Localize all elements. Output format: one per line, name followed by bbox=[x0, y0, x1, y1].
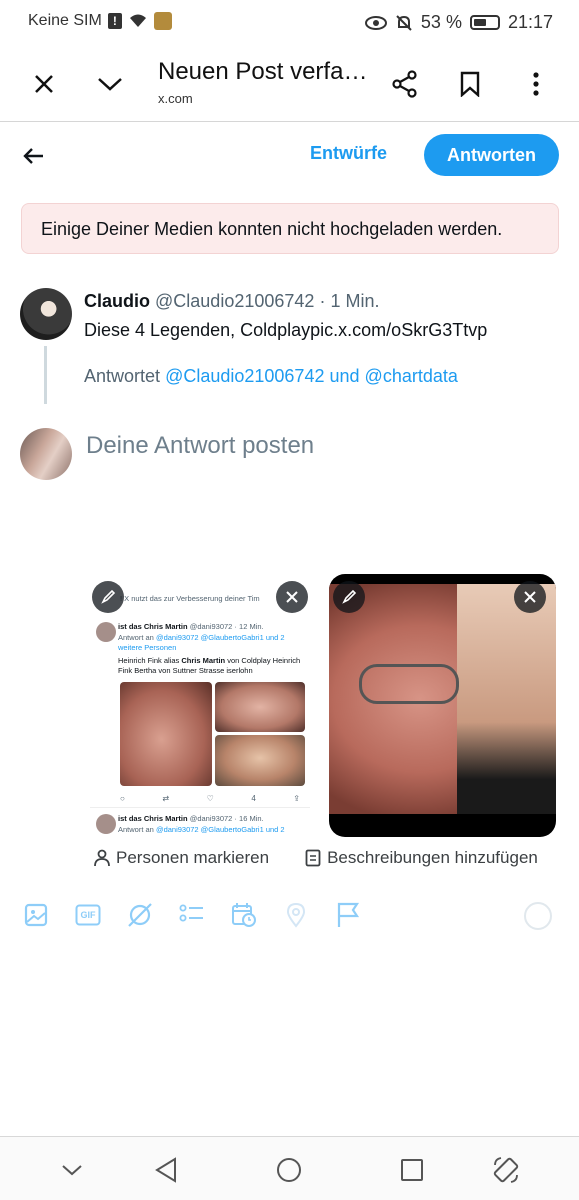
grok-icon[interactable] bbox=[126, 900, 154, 930]
clock: 21:17 bbox=[507, 12, 553, 32]
gif-label: GIF bbox=[80, 910, 96, 920]
screenshot-actions: ○ ⇄ ♡ 4 ⇪ bbox=[120, 794, 300, 804]
image-icon[interactable] bbox=[22, 900, 50, 930]
compose-header: Entwürfe Antworten bbox=[0, 122, 579, 188]
replying-mention-1[interactable]: @Claudio21006742 bbox=[165, 366, 324, 386]
wifi-icon bbox=[129, 14, 146, 27]
nav-hide-icon[interactable] bbox=[55, 1153, 89, 1187]
screenshot-share-icon: ⇪ bbox=[293, 794, 300, 803]
screenshot-like-icon: ♡ bbox=[206, 794, 214, 803]
media-2-image-right bbox=[457, 584, 556, 814]
original-post-avatar[interactable] bbox=[20, 288, 72, 340]
screenshot-post1-name: ist das Chris Martin bbox=[118, 622, 188, 631]
nav-back-icon[interactable] bbox=[149, 1153, 183, 1187]
browser-url: x.com bbox=[158, 91, 193, 106]
person-icon bbox=[94, 849, 110, 867]
drafts-button[interactable]: Entwürfe bbox=[310, 143, 387, 164]
upload-error-banner: Einige Deiner Medien konnten nicht hochg… bbox=[21, 203, 559, 254]
gif-icon[interactable]: GIF bbox=[74, 900, 102, 930]
screenshot-post1-text-bold: Chris Martin bbox=[181, 656, 226, 665]
bookmark-icon[interactable] bbox=[450, 64, 490, 104]
original-post-separator: · bbox=[319, 291, 326, 311]
screenshot-post2-reply-prefix: Antwort an bbox=[118, 825, 154, 834]
chevron-down-icon[interactable] bbox=[90, 64, 130, 104]
screenshot-post1-text-1: Heinrich Fink alias bbox=[118, 656, 180, 665]
replying-to: Antwortet @Claudio21006742 und @chartdat… bbox=[84, 366, 458, 387]
carrier-label: Keine SIM bbox=[28, 12, 102, 29]
app-notification-icon bbox=[153, 12, 172, 30]
battery-percent: 53 % bbox=[420, 12, 462, 32]
more-vert-icon[interactable] bbox=[516, 64, 556, 104]
media-close-icon[interactable] bbox=[276, 581, 308, 613]
media-attachment-1[interactable]: ! X nutzt das zur Verbesserung deiner Ti… bbox=[90, 574, 310, 837]
character-count-ring bbox=[524, 902, 552, 930]
tag-people-button[interactable]: Personen markieren bbox=[94, 848, 269, 868]
screenshot-retweet-icon: ⇄ bbox=[162, 794, 170, 803]
original-post-author[interactable]: Claudio bbox=[84, 291, 150, 311]
media-close-icon[interactable] bbox=[514, 581, 546, 613]
browser-title: Neuen Post verfa… bbox=[158, 58, 368, 85]
description-icon bbox=[305, 849, 321, 867]
media-2-glasses bbox=[359, 664, 459, 704]
edit-icon[interactable] bbox=[92, 581, 124, 613]
status-right: 53 % 21:17 bbox=[364, 12, 553, 33]
media-actions: Personen markieren Beschreibungen hinzuf… bbox=[94, 848, 538, 868]
screenshot-post1-reply-prefix: Antwort an bbox=[118, 633, 154, 642]
poll-icon[interactable] bbox=[178, 900, 206, 930]
system-nav-bar bbox=[0, 1136, 579, 1200]
replying-mention-2[interactable]: @chartdata bbox=[365, 366, 458, 386]
share-icon[interactable] bbox=[385, 64, 425, 104]
location-icon[interactable] bbox=[282, 900, 310, 930]
screenshot-post1-text-2: von Coldplay Heinrich bbox=[227, 656, 301, 665]
flag-icon[interactable] bbox=[334, 900, 362, 930]
screenshot-reply-icon: ○ bbox=[120, 794, 125, 803]
screenshot-post1-text-3: Fink Bertha von Suttner Strasse iserlohn bbox=[118, 666, 253, 675]
nav-home-icon[interactable] bbox=[272, 1153, 306, 1187]
status-left: Keine SIM ! bbox=[28, 12, 172, 30]
browser-toolbar: Neuen Post verfa… x.com bbox=[0, 44, 579, 122]
add-descriptions-button[interactable]: Beschreibungen hinzufügen bbox=[305, 848, 538, 868]
screenshot-avatar-2 bbox=[96, 814, 116, 834]
schedule-icon[interactable] bbox=[230, 900, 258, 930]
battery-icon bbox=[469, 15, 500, 30]
embedded-screenshot: ! X nutzt das zur Verbesserung deiner Ti… bbox=[90, 574, 310, 837]
screenshot-image-2 bbox=[215, 682, 305, 732]
reply-button[interactable]: Antworten bbox=[424, 134, 559, 176]
screenshot-avatar bbox=[96, 622, 116, 642]
mute-bell-icon bbox=[396, 14, 412, 31]
screenshot-post1-mentions: @dani93072 @GlaubertoGabri1 und 2 bbox=[155, 633, 285, 642]
replying-prefix: Antwortet bbox=[84, 366, 161, 386]
reply-input[interactable]: Deine Antwort posten bbox=[86, 432, 314, 460]
close-icon[interactable] bbox=[24, 64, 64, 104]
add-descriptions-label: Beschreibungen hinzufügen bbox=[327, 848, 538, 867]
replying-and[interactable]: und bbox=[329, 366, 359, 386]
compose-toolbar: GIF bbox=[22, 900, 562, 932]
tag-people-label: Personen markieren bbox=[116, 848, 270, 867]
user-avatar[interactable] bbox=[20, 428, 72, 480]
screenshot-divider bbox=[90, 807, 310, 808]
rotate-icon[interactable] bbox=[489, 1153, 523, 1187]
screenshot-views: 4 bbox=[251, 794, 256, 803]
edit-icon[interactable] bbox=[333, 581, 365, 613]
screenshot-post1-more: weitere Personen bbox=[118, 643, 177, 652]
original-post-text: Diese 4 Legenden, Coldplaypic.x.com/oSkr… bbox=[84, 320, 488, 340]
screenshot-post2-name: ist das Chris Martin bbox=[118, 814, 188, 823]
original-post-header: Claudio @Claudio21006742 · 1 Min. bbox=[84, 291, 379, 312]
status-bar: Keine SIM ! 53 % 21:17 bbox=[0, 0, 579, 44]
media-attachment-2[interactable] bbox=[329, 574, 556, 837]
eye-icon bbox=[364, 15, 387, 30]
original-post-handle[interactable]: @Claudio21006742 bbox=[155, 291, 314, 311]
screenshot-image-1 bbox=[120, 682, 212, 786]
screenshot-post1-handle: @dani93072 · 12 Min. bbox=[189, 622, 264, 631]
back-arrow-icon[interactable] bbox=[14, 136, 54, 176]
screenshot-note: ! X nutzt das zur Verbesserung deiner Ti… bbox=[120, 594, 260, 603]
thread-line bbox=[44, 346, 47, 404]
screenshot-image-3 bbox=[215, 735, 305, 786]
screenshot-post2-handle: @dani93072 · 16 Min. bbox=[189, 814, 264, 823]
original-post-time: 1 Min. bbox=[330, 291, 380, 311]
sim-alert-icon: ! bbox=[107, 13, 122, 29]
nav-recents-icon[interactable] bbox=[395, 1153, 429, 1187]
screenshot-post2-mentions: @dani93072 @GlaubertoGabri1 und 2 bbox=[155, 825, 285, 834]
